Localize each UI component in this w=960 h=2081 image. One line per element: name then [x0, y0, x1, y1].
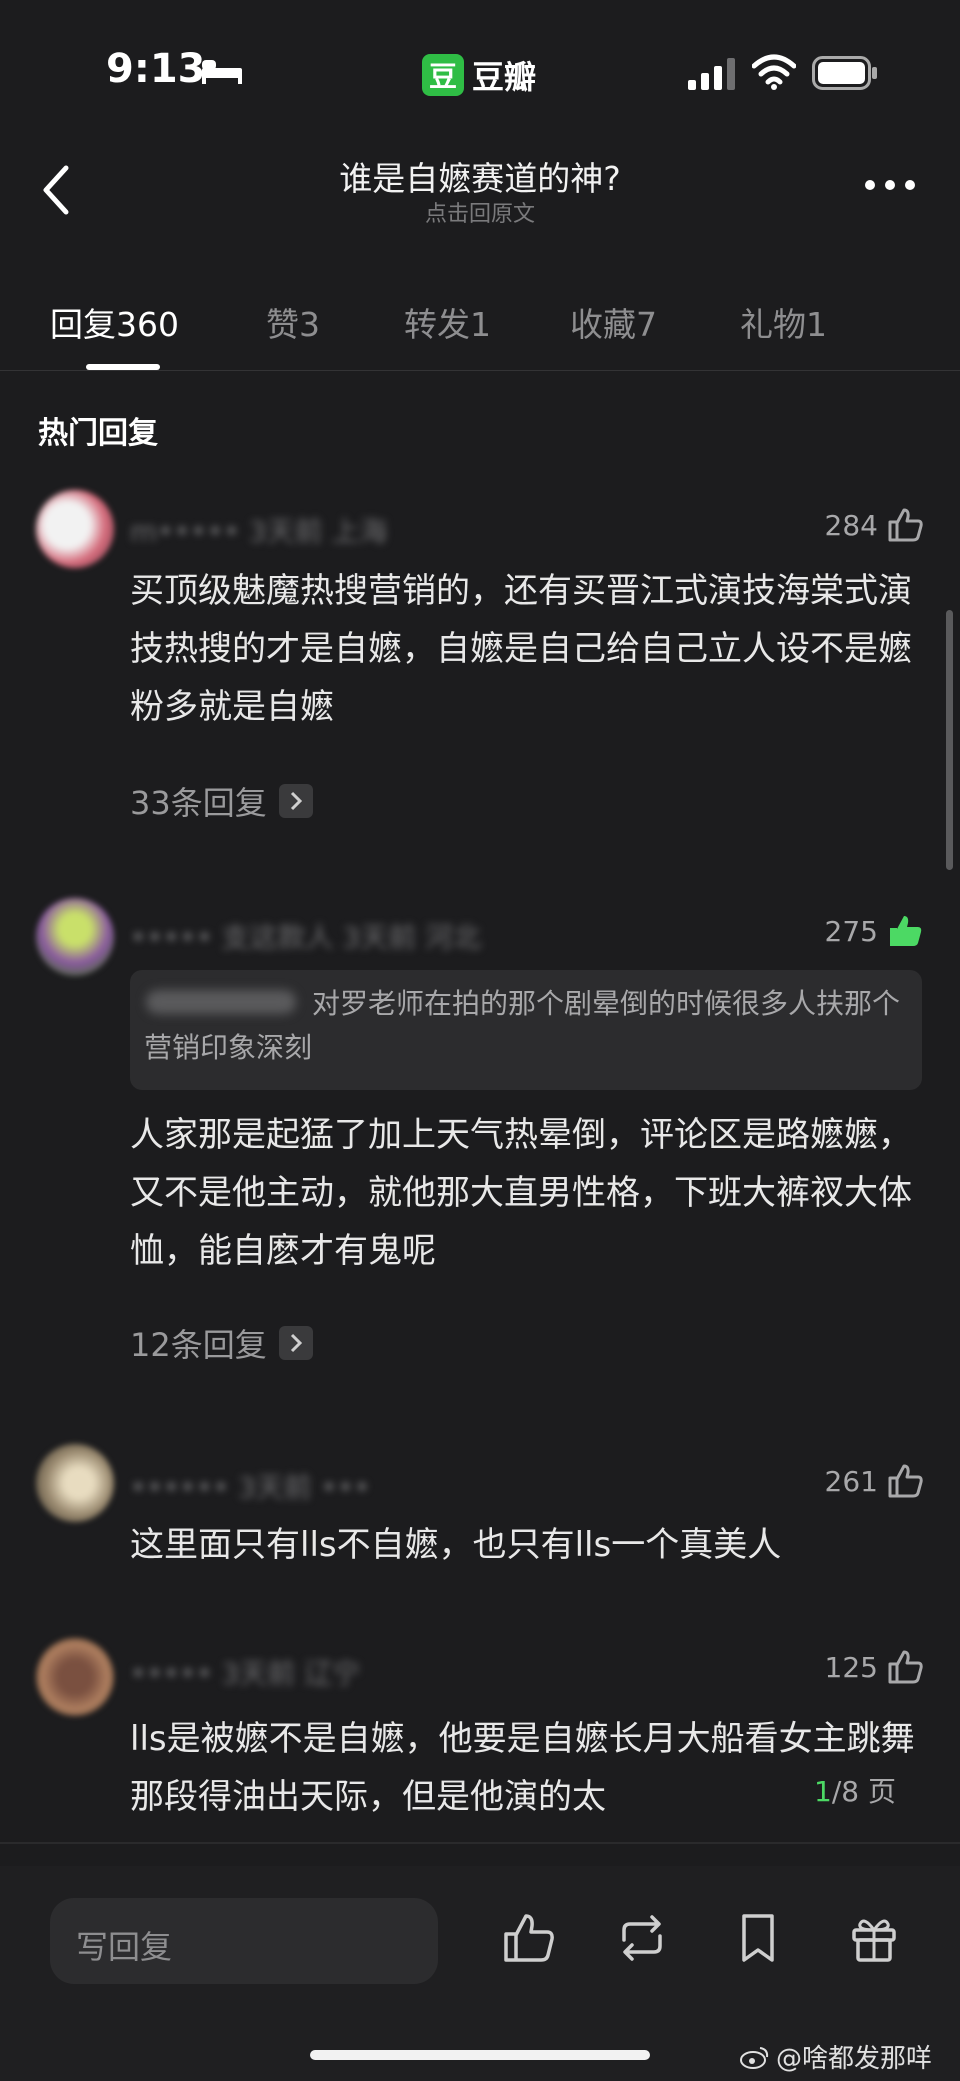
tab-count: 1 — [470, 305, 491, 344]
thumbs-up-filled-icon — [890, 916, 922, 946]
reply-placeholder: 写回复 — [76, 1928, 173, 1966]
comment-meta: ••••• 3天前 辽宁 — [130, 1657, 361, 1690]
comment-text: 人家那是起猛了加上天气热晕倒，评论区是路嬷嬷，又不是他主动，就他那大直男性格，下… — [130, 1115, 912, 1271]
battery-icon — [812, 56, 877, 90]
thumbs-up-icon[interactable] — [500, 1910, 556, 1966]
gift-icon[interactable] — [846, 1910, 902, 1966]
section-title: 热门回复 — [38, 416, 158, 451]
reshare-icon[interactable] — [614, 1910, 670, 1966]
app-name: 豆瓣 — [472, 58, 537, 96]
thumbs-up-icon — [888, 1464, 923, 1498]
page-indicator[interactable]: 1/8 页 — [808, 1770, 896, 1810]
watermark-text: @啥都发那咩 — [776, 2044, 933, 2074]
total-pages: /8 页 — [831, 1775, 896, 1808]
avatar[interactable] — [36, 1638, 114, 1716]
tab-gifts[interactable]: 礼物1 — [740, 298, 827, 346]
comment-text: 买顶级魅魔热搜营销的，还有买晋江式演技海棠式演技热搜的才是自嬷，自嬷是自己给自己… — [130, 571, 912, 727]
like-button-liked[interactable]: 275 — [825, 912, 924, 950]
like-count: 275 — [824, 914, 878, 948]
tab-count: 7 — [636, 305, 657, 344]
reply-input[interactable]: 写回复 — [50, 1898, 438, 1984]
active-tab-indicator — [86, 364, 160, 370]
thumbs-up-icon — [888, 1650, 923, 1684]
view-replies-button[interactable]: 33条回复 — [130, 778, 313, 824]
like-button[interactable]: 261 — [825, 1462, 924, 1500]
replies-count: 33条回复 — [130, 784, 267, 822]
like-button[interactable]: 284 — [825, 506, 924, 544]
replies-count: 12条回复 — [130, 1326, 267, 1364]
thumbs-up-icon — [888, 508, 923, 542]
view-replies-button[interactable]: 12条回复 — [130, 1320, 313, 1366]
tab-count: 3 — [299, 305, 320, 344]
comment-meta: m••••• 3天前 上海 — [130, 515, 388, 548]
comment-meta: ••••• 支这款人 3天前 河北 — [130, 921, 482, 954]
status-time: 9:13 — [106, 46, 206, 92]
tab-count: 360 — [116, 305, 179, 344]
bottom-action-bar: 写回复 @啥都发那咩 — [0, 1866, 960, 2081]
wifi-icon — [752, 54, 796, 90]
page-title[interactable]: 谁是自嬷赛道的神? — [0, 152, 960, 200]
current-page: 1 — [814, 1775, 832, 1808]
status-bar: 9:13 豆 豆瓣 — [0, 0, 960, 140]
tab-replies[interactable]: 回复360 — [50, 298, 179, 346]
tab-label: 转发 — [404, 305, 470, 344]
quoted-text: 对罗老师在拍的那个剧晕倒的时候很多人扶那个营销印象深刻 — [144, 987, 901, 1064]
app-indicator[interactable]: 豆 豆瓣 — [422, 52, 536, 98]
avatar[interactable] — [36, 490, 114, 568]
quoted-reply[interactable]: 对罗老师在拍的那个剧晕倒的时候很多人扶那个营销印象深刻 — [130, 970, 922, 1090]
nav-header: 谁是自嬷赛道的神? 点击回原文 — [0, 140, 960, 250]
tab-label: 礼物 — [740, 305, 806, 344]
avatar[interactable] — [36, 1444, 114, 1522]
tab-likes[interactable]: 赞3 — [266, 298, 320, 346]
back-to-original-link[interactable]: 点击回原文 — [0, 196, 960, 228]
douban-logo-icon: 豆 — [422, 54, 464, 96]
home-indicator[interactable] — [310, 2050, 650, 2060]
comment-text: lls是被嬷不是自嬷，他要是自嬷长月大船看女主跳舞那段得油出天际，但是他演的太 — [130, 1719, 915, 1817]
divider — [0, 1842, 960, 1844]
chevron-right-icon — [278, 1326, 313, 1360]
tab-count: 1 — [806, 305, 827, 344]
weibo-logo-icon — [740, 2046, 769, 2069]
weibo-watermark: @啥都发那咩 — [740, 2038, 932, 2075]
tab-label: 回复 — [50, 305, 116, 344]
bookmark-icon[interactable] — [730, 1910, 786, 1966]
like-count: 284 — [824, 508, 878, 542]
like-button[interactable]: 125 — [825, 1648, 924, 1686]
tab-reshares[interactable]: 转发1 — [404, 298, 491, 346]
avatar[interactable] — [36, 898, 114, 976]
tab-label: 收藏 — [570, 305, 636, 344]
tab-label: 赞 — [266, 305, 299, 344]
more-options-icon[interactable] — [860, 170, 920, 200]
comment-text: 这里面只有lls不自嬷，也只有lls一个真美人 — [130, 1525, 782, 1565]
tab-collections[interactable]: 收藏7 — [570, 298, 657, 346]
sleep-focus-icon — [202, 60, 242, 84]
chevron-right-icon — [278, 784, 313, 818]
scrollbar[interactable] — [946, 610, 953, 870]
like-count: 125 — [824, 1650, 878, 1684]
tab-bar: 回复360 赞3 转发1 收藏7 礼物1 — [0, 288, 960, 371]
cellular-signal-icon — [688, 58, 735, 90]
like-count: 261 — [824, 1464, 878, 1498]
comment-meta: •••••• 3天前 ••• — [130, 1471, 371, 1504]
